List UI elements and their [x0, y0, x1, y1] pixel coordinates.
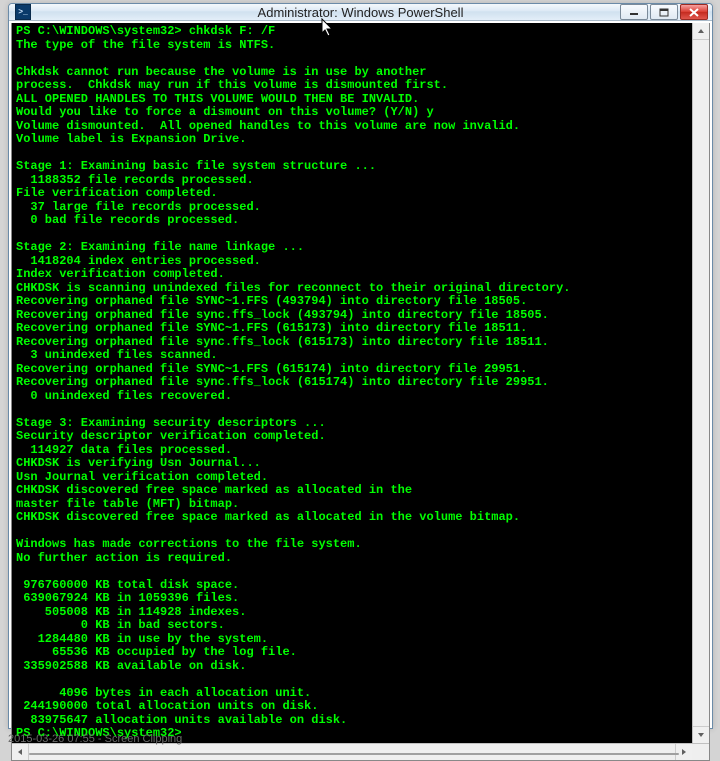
powershell-window: >_ Administrator: Windows PowerShell PS … [8, 3, 713, 729]
screenshot-caption: 2015-03-26 07:55 - Screen Clipping [8, 733, 182, 745]
window-buttons [620, 4, 712, 20]
titlebar[interactable]: >_ Administrator: Windows PowerShell [9, 4, 712, 21]
minimize-button[interactable] [620, 4, 648, 20]
scroll-up-button[interactable] [693, 23, 709, 40]
maximize-icon [659, 8, 669, 17]
maximize-button[interactable] [650, 4, 678, 20]
minimize-icon [629, 8, 639, 16]
terminal-output: PS C:\WINDOWS\system32> chkdsk F: /F The… [12, 23, 709, 743]
vertical-scroll-track[interactable] [693, 40, 709, 726]
client-area: PS C:\WINDOWS\system32> chkdsk F: /F The… [11, 23, 710, 761]
scroll-left-button[interactable] [12, 744, 29, 760]
horizontal-scrollbar[interactable] [12, 743, 709, 760]
scrollbar-corner [692, 744, 709, 760]
chevron-up-icon [697, 28, 705, 34]
scroll-down-button[interactable] [693, 726, 709, 743]
powershell-icon: >_ [15, 4, 31, 20]
vertical-scrollbar[interactable] [692, 23, 709, 743]
chevron-down-icon [697, 732, 705, 738]
terminal-viewport[interactable]: PS C:\WINDOWS\system32> chkdsk F: /F The… [12, 23, 709, 743]
horizontal-scroll-thumb[interactable] [29, 753, 679, 755]
scroll-right-button[interactable] [675, 744, 692, 760]
close-button[interactable] [680, 4, 708, 20]
window-title: Administrator: Windows PowerShell [9, 5, 712, 20]
close-icon [689, 8, 699, 17]
